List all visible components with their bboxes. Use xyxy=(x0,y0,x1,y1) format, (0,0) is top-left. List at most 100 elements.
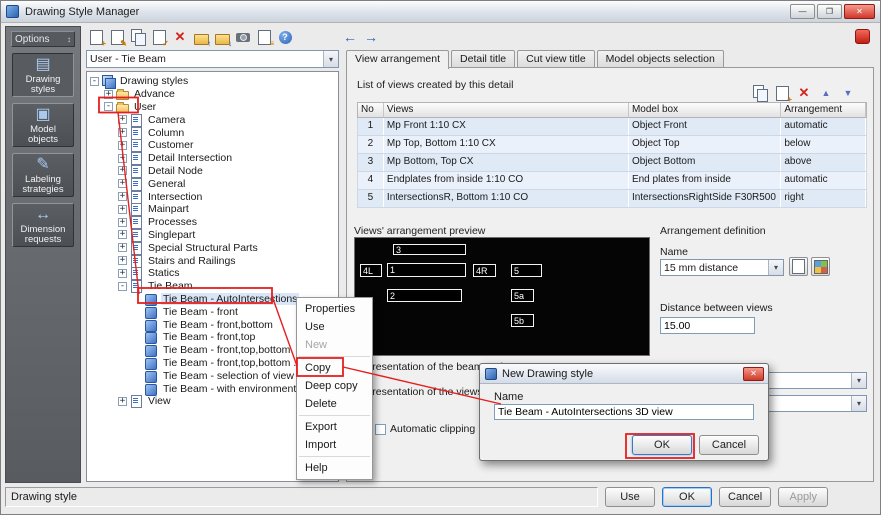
tab-detail-title[interactable]: Detail title xyxy=(451,50,516,67)
distance-input[interactable] xyxy=(660,317,755,334)
arrangement-preset-combo[interactable]: 15 mm distance xyxy=(660,259,784,276)
chevron-down-icon[interactable] xyxy=(768,260,783,275)
move-view-up-icon[interactable]: ▲ xyxy=(817,84,835,102)
tree-item[interactable]: + Customer xyxy=(87,139,338,153)
chevron-down-icon[interactable] xyxy=(323,51,338,67)
ok-button[interactable]: OK xyxy=(662,487,712,507)
tab-view-arrangement[interactable]: View arrangement xyxy=(346,50,450,69)
expand-icon[interactable]: + xyxy=(118,243,127,253)
copy-view-icon[interactable] xyxy=(751,84,769,102)
properties-icon[interactable]: ✎ xyxy=(108,28,127,48)
model-objects-icon: ▣ xyxy=(35,105,51,123)
collapse-icon[interactable]: - xyxy=(118,281,127,291)
tree-item[interactable]: + Singlepart xyxy=(87,228,338,242)
tree-item[interactable]: - User xyxy=(87,101,338,114)
dialog-title-bar[interactable]: New Drawing style ✕ xyxy=(480,364,768,384)
camera-icon[interactable] xyxy=(234,28,252,46)
tree-item[interactable]: + Statics xyxy=(87,267,338,281)
close-button[interactable]: ✕ xyxy=(844,4,875,19)
expand-icon[interactable]: + xyxy=(118,128,127,138)
menu-item-export[interactable]: Export xyxy=(297,418,372,436)
expand-icon[interactable]: + xyxy=(104,89,113,99)
table-row[interactable]: 1 Mp Front 1:10 CX Object Front automatic xyxy=(357,118,867,136)
tree-item[interactable]: - Tie Beam xyxy=(87,280,338,294)
sidebar-item-model-objects[interactable]: ▣ Model objects xyxy=(12,103,74,147)
sidebar-item-dimension-requests[interactable]: ↔ Dimension requests xyxy=(12,203,74,247)
table-row[interactable]: 3 Mp Bottom, Top CX Object Bottom above xyxy=(357,154,867,172)
tree-item[interactable]: + Special Structural Parts xyxy=(87,241,338,255)
use-style-icon[interactable]: ✓ xyxy=(150,28,169,48)
table-row[interactable]: 4 Endplates from inside 1:10 CO End plates… xyxy=(357,172,867,190)
help-icon[interactable]: ? xyxy=(276,28,294,46)
tab-cut-view-title[interactable]: Cut view title xyxy=(517,50,595,67)
tree-item[interactable]: + Advance xyxy=(87,88,338,101)
chevron-down-icon[interactable] xyxy=(851,396,866,411)
menu-item-properties[interactable]: Properties xyxy=(297,300,372,318)
tree-item[interactable]: + Detail Node xyxy=(87,164,338,178)
tree-item[interactable]: + Processes xyxy=(87,216,338,230)
minimize-button[interactable]: — xyxy=(790,4,815,19)
dialog-ok-button[interactable]: OK xyxy=(632,435,692,455)
brand-icon[interactable] xyxy=(855,29,870,44)
expand-icon[interactable]: + xyxy=(118,256,127,266)
tab-model-objects-selection[interactable]: Model objects selection xyxy=(596,50,724,67)
tree-item[interactable]: + Column xyxy=(87,126,338,140)
delete-style-icon[interactable]: ✕ xyxy=(171,28,189,46)
notes-icon[interactable]: ≡ xyxy=(255,28,274,48)
expand-icon[interactable]: + xyxy=(118,204,127,214)
title-bar[interactable]: Drawing Style Manager — ❐ ✕ xyxy=(1,1,880,23)
expand-icon[interactable]: + xyxy=(118,115,127,125)
collapse-icon[interactable]: - xyxy=(104,102,113,112)
preview-arrangement-button[interactable] xyxy=(789,257,808,276)
expand-icon[interactable]: + xyxy=(118,268,127,278)
tree-item[interactable]: + Intersection xyxy=(87,190,338,204)
tree-item[interactable]: + Camera xyxy=(87,113,338,127)
menu-item-delete[interactable]: Delete xyxy=(297,395,372,413)
copy-style-icon[interactable] xyxy=(129,28,147,46)
dialog-close-button[interactable]: ✕ xyxy=(743,366,764,381)
export-icon[interactable]: ↑ xyxy=(192,28,211,48)
dialog-cancel-button[interactable]: Cancel xyxy=(699,435,759,455)
collapse-icon[interactable]: - xyxy=(90,76,99,86)
table-row[interactable]: 2 Mp Top, Bottom 1:10 CX Object Top below xyxy=(357,136,867,154)
tree-item[interactable]: + General xyxy=(87,177,338,191)
options-label: Options xyxy=(15,33,50,45)
new-view-icon[interactable]: + xyxy=(773,84,792,104)
expand-icon[interactable]: + xyxy=(118,217,127,227)
tree-item[interactable]: + Stairs and Railings xyxy=(87,254,338,268)
use-button[interactable]: Use xyxy=(605,487,655,507)
edit-arrangement-button[interactable] xyxy=(811,257,830,276)
options-button[interactable]: Options xyxy=(11,31,75,47)
expand-icon[interactable]: + xyxy=(118,179,127,189)
automatic-clipping-checkbox[interactable] xyxy=(375,424,386,435)
table-row[interactable]: 5 IntersectionsR, Bottom 1:10 CO Intersect… xyxy=(357,190,867,208)
sidebar-item-labeling-strategies[interactable]: ✎ Labeling strategies xyxy=(12,153,74,197)
back-icon[interactable]: ← xyxy=(343,29,357,45)
dialog-name-input[interactable] xyxy=(494,404,754,420)
expand-icon[interactable]: + xyxy=(118,230,127,240)
tree-item[interactable]: - Drawing styles xyxy=(87,75,338,90)
expand-icon[interactable]: + xyxy=(118,192,127,202)
sidebar-item-drawing-styles[interactable]: ▤ Drawing styles xyxy=(12,53,74,97)
menu-item-use[interactable]: Use xyxy=(297,318,372,336)
tree-item[interactable]: + Detail Intersection xyxy=(87,152,338,166)
menu-item-help[interactable]: Help xyxy=(297,459,372,477)
style-filter-combo[interactable]: User - Tie Beam xyxy=(86,50,339,68)
move-view-down-icon[interactable]: ▼ xyxy=(839,84,857,102)
delete-view-icon[interactable]: ✕ xyxy=(795,84,813,102)
menu-item-import[interactable]: Import xyxy=(297,436,372,454)
new-drawing-style-icon[interactable]: + xyxy=(87,28,106,48)
menu-item-copy[interactable]: Copy xyxy=(297,359,372,377)
expand-icon[interactable]: + xyxy=(118,166,127,176)
forward-icon[interactable]: → xyxy=(364,29,378,45)
spinner-icon[interactable] xyxy=(67,35,71,44)
cancel-button[interactable]: Cancel xyxy=(719,487,772,507)
expand-icon[interactable]: + xyxy=(118,140,127,150)
expand-icon[interactable]: + xyxy=(118,396,127,406)
maximize-button[interactable]: ❐ xyxy=(817,4,842,19)
chevron-down-icon[interactable] xyxy=(851,373,866,388)
expand-icon[interactable]: + xyxy=(118,153,127,163)
menu-item-deep-copy[interactable]: Deep copy xyxy=(297,377,372,395)
import-icon[interactable]: ↓ xyxy=(213,28,232,48)
tree-item[interactable]: + Mainpart xyxy=(87,203,338,217)
